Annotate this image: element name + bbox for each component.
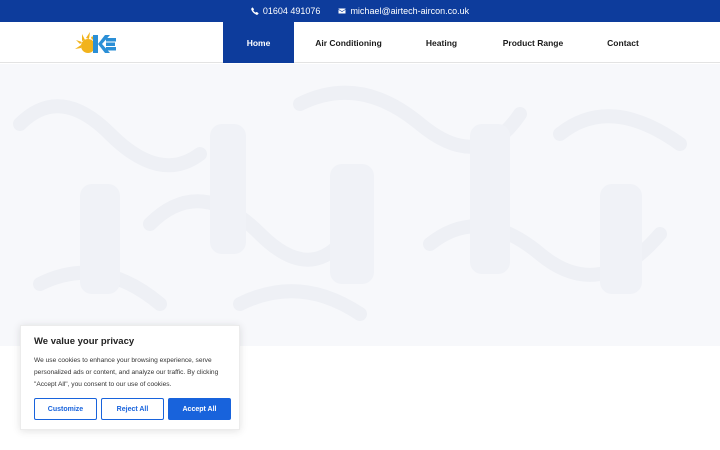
reject-all-button[interactable]: Reject All	[101, 398, 164, 420]
accept-all-button[interactable]: Accept All	[168, 398, 231, 420]
nav-item-air-conditioning[interactable]: Air Conditioning	[294, 22, 403, 63]
hero-background-image	[13, 85, 687, 321]
hero-banner	[0, 64, 720, 346]
cookie-description: We use cookies to enhance your browsing …	[34, 357, 219, 388]
site-logo[interactable]	[73, 31, 117, 54]
contact-bar: 01604 491076 michael@airtech-aircon.co.u…	[0, 0, 720, 22]
phone-icon	[251, 7, 259, 15]
cookie-actions: Customize Reject All Accept All	[34, 398, 231, 420]
phone-number: 01604 491076	[262, 6, 321, 16]
nav-item-home[interactable]: Home	[223, 22, 294, 63]
cookie-title: We value your privacy	[34, 336, 135, 347]
main-nav: Home Air Conditioning Heating Product Ra…	[223, 22, 660, 63]
cookie-consent-banner: We value your privacy We use cookies to …	[20, 325, 240, 430]
airtech-logo-icon	[75, 32, 116, 53]
customize-button[interactable]: Customize	[34, 398, 97, 420]
nav-item-product-range[interactable]: Product Range	[480, 22, 586, 63]
email-address: michael@airtech-aircon.co.uk	[350, 6, 470, 16]
email-contact[interactable]: michael@airtech-aircon.co.uk	[338, 6, 469, 16]
site-header: Home Air Conditioning Heating Product Ra…	[0, 22, 720, 63]
envelope-icon	[338, 8, 346, 14]
nav-item-heating[interactable]: Heating	[403, 22, 480, 63]
nav-item-contact[interactable]: Contact	[586, 22, 660, 63]
phone-contact[interactable]: 01604 491076	[251, 6, 321, 16]
